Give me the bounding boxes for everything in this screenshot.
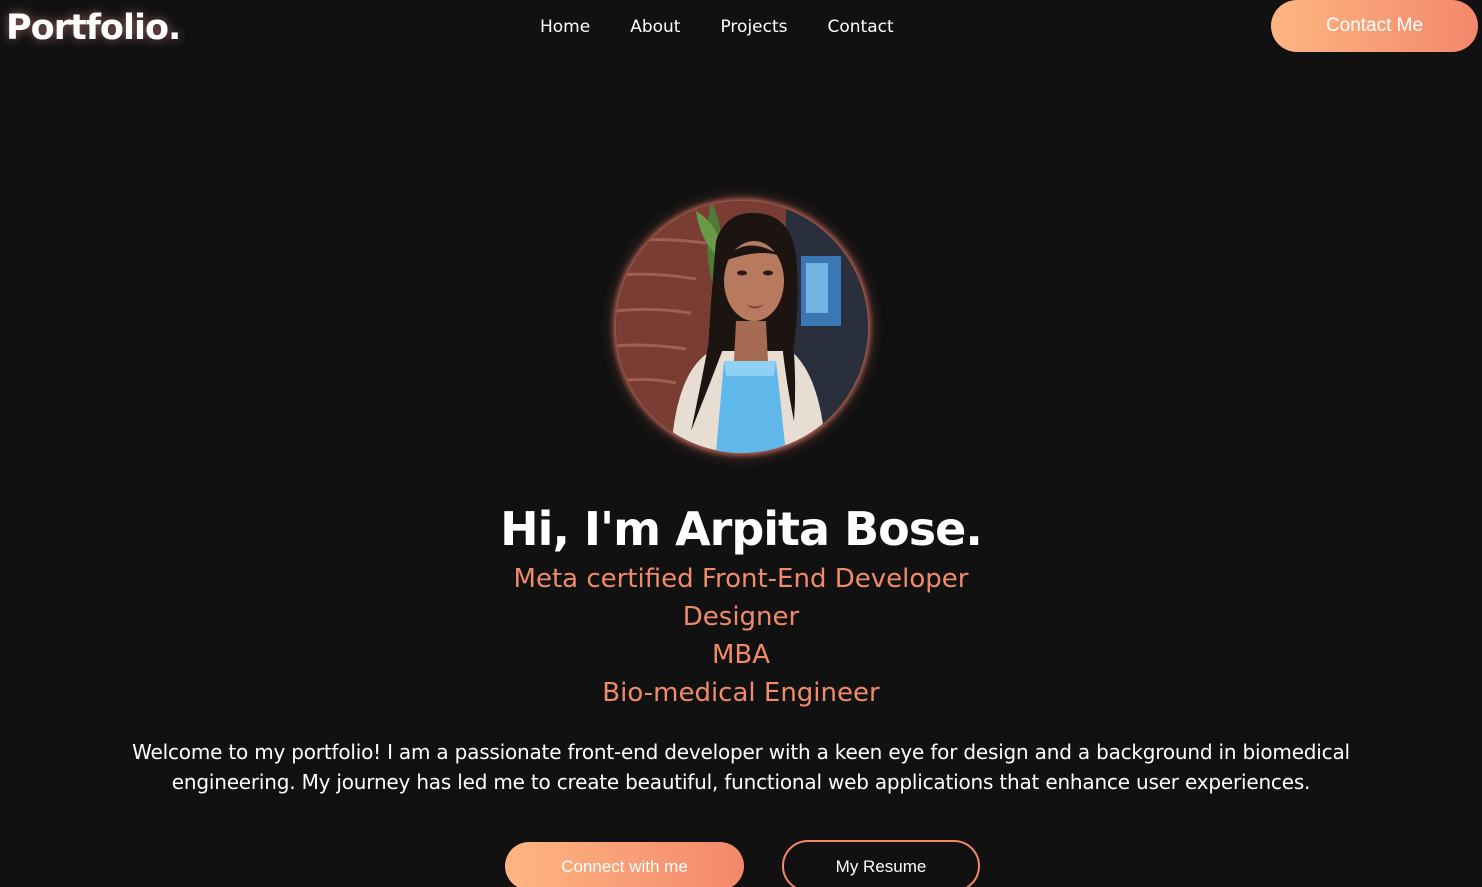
nav-link-home[interactable]: Home xyxy=(540,14,590,40)
intro-paragraph: Welcome to my portfolio! I am a passiona… xyxy=(132,740,1350,794)
nav-link-projects[interactable]: Projects xyxy=(720,14,787,40)
profile-avatar xyxy=(616,201,868,453)
hero-title: Hi, I'm Arpita Bose. xyxy=(500,502,983,556)
main-nav: Home About Projects Contact xyxy=(540,14,894,40)
nav-link-about[interactable]: About xyxy=(630,14,680,40)
my-resume-button[interactable]: My Resume xyxy=(782,840,980,887)
role-list: Meta certified Front-End Developer Desig… xyxy=(0,560,1482,712)
profile-photo-icon xyxy=(616,201,868,453)
nav-link-contact[interactable]: Contact xyxy=(828,14,894,40)
role-item: Meta certified Front-End Developer xyxy=(513,564,969,594)
site-logo[interactable]: Portfolio. xyxy=(6,6,181,50)
contact-me-button[interactable]: Contact Me xyxy=(1271,0,1478,52)
role-item: Designer xyxy=(682,602,800,632)
role-item: MBA xyxy=(711,640,771,670)
connect-with-me-button[interactable]: Connect with me xyxy=(505,842,744,887)
portfolio-page: Portfolio. Home About Projects Contact C… xyxy=(0,0,1482,887)
role-item: Bio-medical Engineer xyxy=(602,678,880,708)
